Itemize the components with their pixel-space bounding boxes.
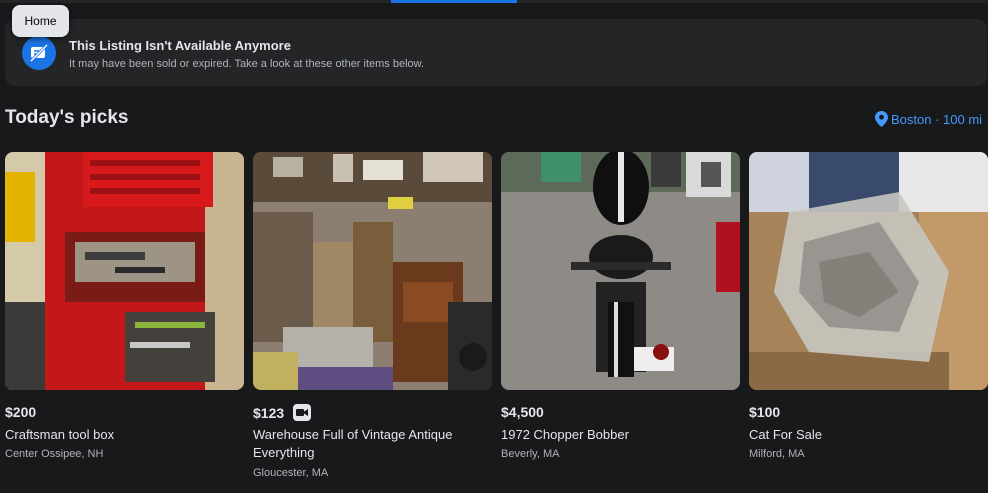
top-nav-strip: [0, 0, 988, 3]
active-tab-indicator: [391, 0, 517, 3]
listing-title[interactable]: 1972 Chopper Bobber: [501, 426, 731, 444]
listing-photo[interactable]: [501, 152, 740, 390]
video-camera-icon: [293, 404, 312, 421]
listing-photo[interactable]: [749, 152, 988, 390]
listing-title[interactable]: Warehouse Full of Vintage Antique Everyt…: [253, 426, 483, 462]
location-filter-label: Boston · 100 mi: [891, 111, 983, 127]
banner-subtitle: It may have been sold or expired. Take a…: [69, 58, 425, 70]
listing-card[interactable]: $4,500 1972 Chopper Bobber Beverly, MA: [501, 152, 740, 460]
banner-title: This Listing Isn't Available Anymore: [69, 38, 291, 53]
listing-unavailable-banner: This Listing Isn't Available Anymore It …: [5, 19, 987, 86]
listing-price: $100: [749, 404, 781, 420]
listing-card[interactable]: $100 Cat For Sale Milford, MA: [749, 152, 988, 460]
listing-location: Beverly, MA: [501, 448, 560, 460]
listing-card[interactable]: $123 Warehouse Full of Vintage Antique E…: [253, 152, 492, 479]
location-pin-icon: [875, 111, 888, 127]
listing-title[interactable]: Cat For Sale: [749, 426, 979, 444]
unavailable-listing-icon: [22, 36, 56, 70]
home-tooltip: Home: [12, 5, 69, 37]
listing-photo[interactable]: [253, 152, 492, 390]
listing-price: $200: [5, 404, 37, 420]
location-filter[interactable]: Boston · 100 mi: [875, 111, 982, 127]
listing-location: Milford, MA: [749, 448, 805, 460]
section-title: Today's picks: [5, 107, 129, 128]
listing-photo[interactable]: [5, 152, 244, 390]
listing-location: Center Ossipee, NH: [5, 448, 104, 460]
listing-location: Gloucester, MA: [253, 467, 329, 479]
listing-price: $123: [253, 404, 312, 421]
listing-card[interactable]: $200 Craftsman tool box Center Ossipee, …: [5, 152, 244, 460]
listing-price: $4,500: [501, 404, 544, 420]
listing-title[interactable]: Craftsman tool box: [5, 426, 235, 444]
